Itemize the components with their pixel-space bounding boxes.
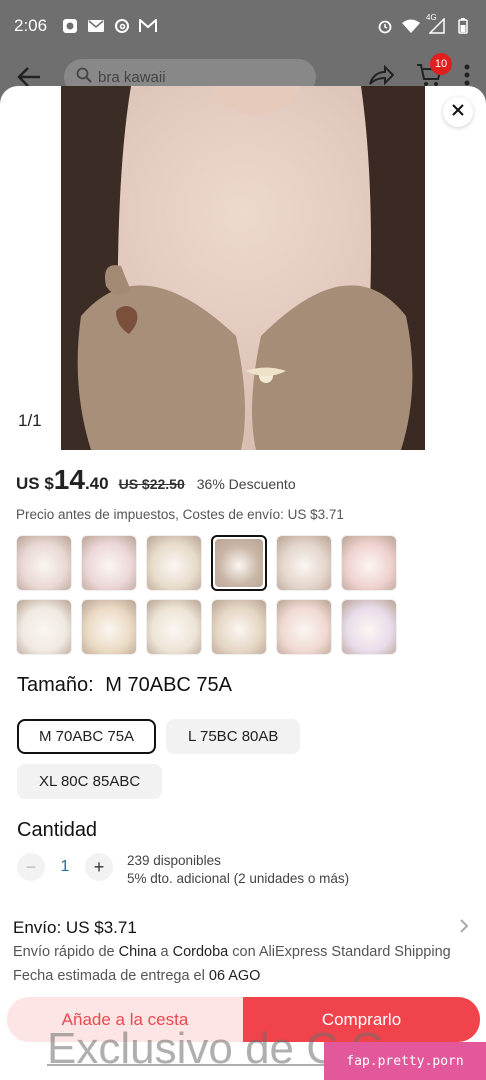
sku-selector-sheet: 1/1 US $ 14 .40 US $22.50 36% Descuento … [0,86,486,1080]
status-time: 2:06 [14,16,48,35]
size-heading: Tamaño: M 70ABC 75A [17,674,232,697]
quantity-stepper: − 1 + [17,853,113,881]
close-button[interactable] [443,97,473,127]
variant-thumbnail-image [342,600,396,654]
extra-discount-note: 5% dto. adicional (2 unidades o más) [127,871,350,886]
variant-thumbnail[interactable] [341,535,397,591]
search-placeholder: bra kawaii [98,68,166,86]
variant-thumbnail[interactable] [276,599,332,655]
discount-label: 36% Descuento [196,476,296,492]
status-bar: 2:06 4G [0,0,486,52]
cart-badge: 10 [430,52,452,75]
network-label: 4G [426,13,437,22]
variant-thumbnail[interactable] [16,535,72,591]
variant-thumbnail-image [147,600,201,654]
delivery-estimate-prefix: Fecha estimada de entrega el [13,968,209,984]
snapchat-icon [61,17,79,35]
alarm-icon [376,17,394,35]
variant-thumbnail-image [212,600,266,654]
price-currency: US $ [16,474,54,493]
original-price: US $22.50 [118,476,185,492]
shipping-carrier: AliExpress Standard Shipping [258,944,451,960]
battery-icon [454,17,472,35]
variant-thumbnail-image [82,536,136,590]
available-stock: 239 disponibles [127,853,221,868]
size-label: Tamaño: [17,674,94,696]
threads-icon [113,17,131,35]
variant-thumbnail-image [215,539,263,587]
size-option[interactable]: L 75BC 80AB [166,719,301,754]
variant-thumbnail-image [147,536,201,590]
product-image[interactable] [61,86,425,450]
variant-thumbnail[interactable] [341,599,397,655]
delivery-date: 06 AGO [208,968,261,984]
price-row: US $ 14 .40 US $22.50 36% Descuento [16,464,296,496]
size-selected-value: M 70ABC 75A [105,674,233,696]
shipping-route-to: a [156,944,173,960]
quantity-value[interactable]: 1 [45,858,85,876]
size-option[interactable]: XL 80C 85ABC [17,764,163,799]
image-counter: 1/1 [18,411,42,430]
quantity-heading: Cantidad [17,819,98,841]
close-icon [452,103,464,121]
quantity-plus-button[interactable]: + [85,853,113,881]
variant-thumbnail-image [277,600,331,654]
gmail-icon [139,17,158,35]
price-decimal: .40 [84,474,109,493]
shipping-title[interactable]: Envío: US $3.71 [13,918,137,938]
delivery-estimate: Fecha estimada de entrega el 06 AGO [13,968,260,984]
variant-thumbnail[interactable] [81,599,137,655]
variant-thumbnail[interactable] [81,535,137,591]
quantity-info: 239 disponibles 5% dto. adicional (2 uni… [127,852,349,888]
variant-thumbnail-image [17,600,71,654]
variant-thumbnail-image [277,536,331,590]
search-icon [76,67,92,87]
price-integer: 14 [53,464,85,495]
wifi-icon [402,17,420,35]
signal-icon: 4G [426,13,446,35]
mail-icon [87,17,105,35]
shipping-route: Envío rápido de China a Cordoba con AliE… [13,944,451,960]
shipping-route-prefix: Envío rápido de [13,944,119,960]
shipping-route-with: con [228,944,259,960]
size-option[interactable]: M 70ABC 75A [17,719,157,754]
tax-note: Precio antes de impuestos, Costes de env… [16,507,344,522]
variant-thumbnail-image [82,600,136,654]
variant-thumbnail-image [17,536,71,590]
variant-thumbnail-image [342,536,396,590]
variant-thumbnail[interactable] [211,599,267,655]
variant-thumbnail[interactable] [211,535,267,591]
source-tag: fap.pretty.porn [324,1042,486,1080]
variant-thumbnails [16,535,404,655]
shipping-destination: Cordoba [172,944,229,960]
shipping-origin: China [118,944,157,960]
variant-thumbnail[interactable] [276,535,332,591]
size-options: M 70ABC 75A L 75BC 80AB XL 80C 85ABC [17,719,317,799]
variant-thumbnail[interactable] [146,535,202,591]
variant-thumbnail[interactable] [16,599,72,655]
variant-thumbnail[interactable] [146,599,202,655]
chevron-right-icon[interactable] [459,918,473,936]
quantity-minus-button[interactable]: − [17,853,45,881]
